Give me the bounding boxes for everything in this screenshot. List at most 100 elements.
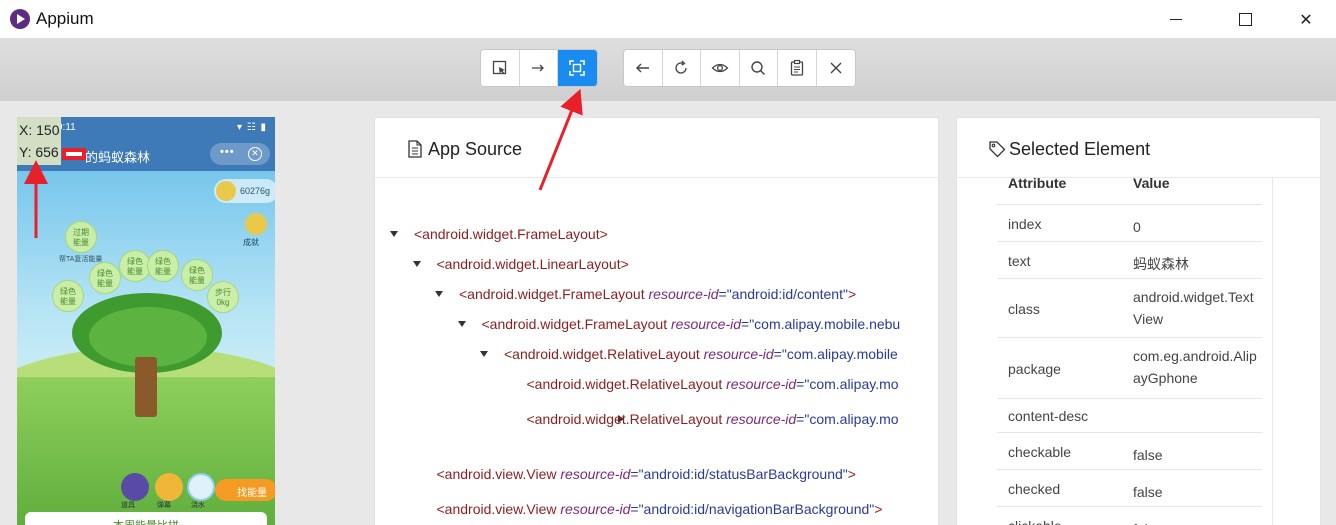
selected-element-title: Selected Element: [1009, 139, 1151, 159]
status-icons: ▾ ☷ ▮: [236, 122, 267, 133]
find-energy-button[interactable]: 找能量: [215, 479, 275, 501]
achievement-icon[interactable]: [245, 213, 267, 235]
miniapp-capsule[interactable]: ••• ✕: [210, 143, 270, 165]
tool-label: 浇水: [191, 502, 205, 509]
attribute-value[interactable]: 蚂蚁森林: [1133, 253, 1258, 275]
maximize-icon: [1238, 13, 1252, 26]
attribute-row[interactable]: checked false: [997, 470, 1262, 507]
value-column-header: Value: [1133, 175, 1170, 191]
attribute-row[interactable]: clickable false: [997, 507, 1262, 525]
source-tree-node[interactable]: <android.view.View resource-id="android:…: [413, 466, 923, 486]
source-tree-node[interactable]: <android.widget.FrameLayout>: [390, 226, 922, 246]
quit-session-button[interactable]: [816, 50, 855, 86]
arrow-right-icon: [532, 64, 545, 72]
node-tag: <android.view.View resource-id="android:…: [437, 501, 883, 517]
swipe-by-coordinates-button[interactable]: [519, 50, 558, 86]
attribute-row[interactable]: checkable false: [997, 433, 1262, 470]
source-tree-node[interactable]: <android.view.View resource-id="android:…: [413, 501, 923, 521]
node-class: <android.widget.RelativeLayout: [504, 346, 704, 362]
caret-down-icon[interactable]: [435, 291, 443, 297]
app-source-title: App Source: [428, 139, 523, 159]
source-tree-node[interactable]: <android.widget.FrameLayout resource-id=…: [435, 286, 922, 306]
tap-by-coordinates-button[interactable]: [558, 50, 597, 86]
node-attr-name: resource-id: [726, 376, 797, 392]
attribute-value[interactable]: 0: [1133, 216, 1258, 238]
danmaku-tool-icon[interactable]: [155, 473, 183, 501]
window-titlebar: Appium ✕: [0, 0, 1336, 39]
help-revive-label: 帮TA复活能量: [59, 256, 103, 263]
coordinate-y: Y: 656: [19, 144, 59, 160]
energy-bubble[interactable]: 绿色 能量: [181, 259, 213, 291]
attribute-value[interactable]: false: [1133, 481, 1258, 503]
file-icon: [408, 140, 422, 158]
energy-total: 60276g: [240, 186, 271, 196]
attribute-name: clickable: [1008, 518, 1062, 525]
refresh-button[interactable]: [662, 50, 701, 86]
source-tree-node[interactable]: <android.widget.RelativeLayout resource-…: [503, 376, 923, 396]
attribute-row[interactable]: package com.eg.android.AlipayGphone: [997, 338, 1262, 399]
props-tool-icon[interactable]: [121, 473, 149, 501]
node-tag: <android.view.View resource-id="android:…: [437, 466, 856, 482]
interaction-mode-group: [480, 49, 598, 87]
node-attr-value: ="com.alipay.mo: [796, 411, 899, 427]
find-energy-label: 找能量: [237, 488, 267, 499]
node-tag: <android.widget.RelativeLayout resource-…: [527, 376, 899, 392]
caret-down-icon[interactable]: [412, 261, 421, 267]
node-class: <android.view.View: [436, 466, 561, 482]
attribute-name: text: [1008, 252, 1031, 269]
eye-icon: [711, 63, 729, 73]
caret-down-icon[interactable]: [457, 321, 466, 327]
attribute-value[interactable]: false: [1133, 444, 1258, 466]
node-attr-name: resource-id: [560, 501, 631, 517]
attribute-row[interactable]: text 蚂蚁森林: [997, 242, 1262, 279]
minimize-button[interactable]: [1153, 0, 1199, 39]
close-window-button[interactable]: ✕: [1283, 0, 1329, 39]
node-attr-value: ="android:id/content": [718, 286, 848, 302]
node-attr-value: ="android:id/statusBarBackground": [630, 466, 848, 482]
device-screenshot[interactable]: 9:11 ▾ ☷ ▮ 的蚂蚁森林 ••• ✕ 60276g 成就 过期 能量 绿…: [17, 117, 275, 525]
attribute-value[interactable]: com.eg.android.AlipayGphone: [1133, 345, 1258, 389]
caret-down-icon[interactable]: [390, 231, 398, 237]
attribute-value[interactable]: false: [1133, 518, 1258, 525]
source-tree-node[interactable]: <android.widget.RelativeLayout resource-…: [503, 411, 923, 431]
selected-element-panel: Selected Element Attribute Value index 0 t…: [956, 117, 1321, 525]
energy-bubble[interactable]: 绿色 能量: [89, 262, 121, 294]
node-class: <android.widget.RelativeLayout: [526, 376, 727, 392]
water-tool-icon[interactable]: [187, 473, 215, 501]
energy-total-chip[interactable]: 60276g: [214, 179, 275, 203]
attribute-row[interactable]: class android.widget.TextView: [997, 279, 1262, 338]
copy-xml-button[interactable]: [778, 50, 817, 86]
node-tag: <android.widget.RelativeLayout resource-…: [527, 411, 899, 427]
energy-bubble[interactable]: 绿色 能量: [52, 280, 84, 312]
tap-marker: [62, 148, 86, 160]
cursor-select-icon: [492, 60, 506, 75]
back-button[interactable]: [624, 50, 663, 86]
select-elements-button[interactable]: [481, 50, 520, 86]
node-attr-name: resource-id: [648, 286, 719, 302]
phone-header-title[interactable]: 的蚂蚁森林: [85, 147, 150, 166]
node-attr-value: ="com.alipay.mobile.nebu: [741, 316, 901, 332]
coordinate-readout: X: 150 Y: 656: [17, 117, 61, 165]
caret-down-icon[interactable]: [480, 351, 488, 357]
energy-bubble[interactable]: 过期 能量: [65, 221, 97, 253]
source-tree-node[interactable]: <android.widget.RelativeLayout resource-…: [480, 346, 922, 366]
refresh-icon: [675, 60, 687, 74]
selected-element-header: Selected Element: [957, 118, 1320, 178]
attribute-name: index: [1008, 215, 1042, 232]
search-button[interactable]: [739, 50, 778, 86]
node-tag: <android.widget.RelativeLayout resource-…: [504, 346, 898, 362]
source-tree-node[interactable]: <android.widget.FrameLayout resource-id=…: [457, 316, 923, 336]
attribute-row[interactable]: content-desc: [997, 399, 1262, 433]
maximize-button[interactable]: [1222, 0, 1268, 39]
energy-bubble[interactable]: 步行 0kg: [207, 281, 239, 313]
node-close: >: [847, 286, 857, 302]
weekly-rank-card[interactable]: 本周能量比拼: [25, 512, 267, 525]
node-class: <android.widget.FrameLayout: [459, 286, 649, 302]
attribute-name: package: [1008, 360, 1061, 377]
node-attr-value: ="android:id/navigationBarBackground": [630, 501, 875, 517]
source-tree-node[interactable]: <android.widget.LinearLayout>: [412, 256, 923, 276]
show-hide-button[interactable]: [701, 50, 740, 86]
attribute-row[interactable]: index 0: [997, 205, 1262, 242]
attribute-value[interactable]: android.widget.TextView: [1133, 286, 1258, 330]
energy-bubble[interactable]: 绿色 能量: [147, 250, 179, 282]
